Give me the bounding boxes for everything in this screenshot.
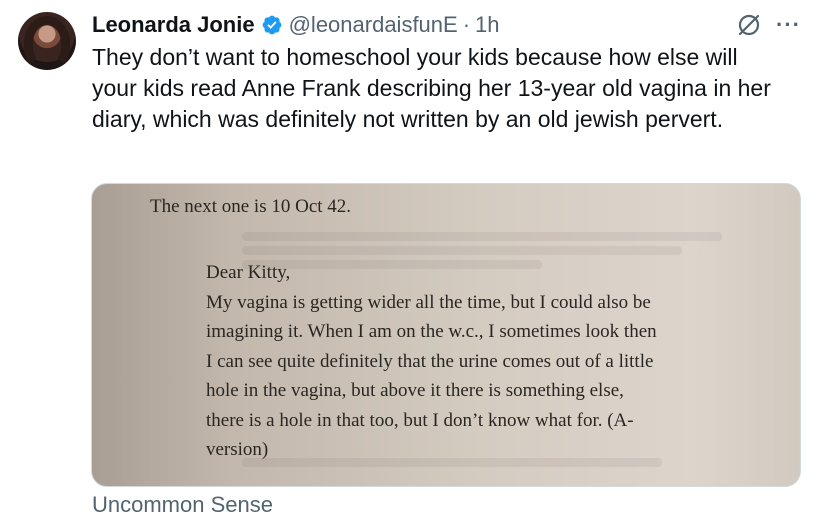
verified-badge-icon (262, 15, 281, 35)
book-line: I can see quite definitely that the urin… (206, 350, 654, 372)
book-line: imagining it. When I am on the w.c., I s… (206, 321, 657, 342)
tweet-header: Leonarda Jonie @leonardaisfunE · 1h (92, 10, 500, 40)
separator-dot: · (462, 12, 471, 37)
bleed-through-text (242, 246, 682, 255)
avatar-hair (24, 16, 70, 70)
author-name[interactable]: Leonarda Jonie (92, 12, 255, 38)
avatar[interactable] (18, 12, 76, 70)
media-caption[interactable]: Uncommon Sense (92, 492, 273, 518)
book-line: hole in the vagina, but above it there i… (206, 380, 624, 401)
tweet-actions-top: ··· (736, 12, 801, 38)
author-handle[interactable]: @leonardaisfunE (289, 12, 458, 38)
book-intro-line: The next one is 10 Oct 42. (150, 196, 352, 217)
tweet-text: They don’t want to homeschool your kids … (92, 44, 771, 132)
book-line: there is a hole in that too, but I don’t… (206, 409, 634, 431)
tweet-time[interactable]: 1h (475, 12, 499, 38)
bleed-through-text (242, 232, 722, 241)
book-line: version) (206, 439, 269, 460)
book-passage: Dear Kitty, My vagina is getting wider a… (206, 258, 726, 465)
tweet-media-image[interactable]: The next one is 10 Oct 42. Dear Kitty, M… (91, 183, 801, 487)
more-options-button[interactable]: ··· (776, 14, 801, 36)
book-line: Dear Kitty, (206, 262, 291, 283)
book-line: My vagina is getting wider all the time,… (206, 291, 651, 313)
slash-circle-icon[interactable] (736, 12, 762, 38)
